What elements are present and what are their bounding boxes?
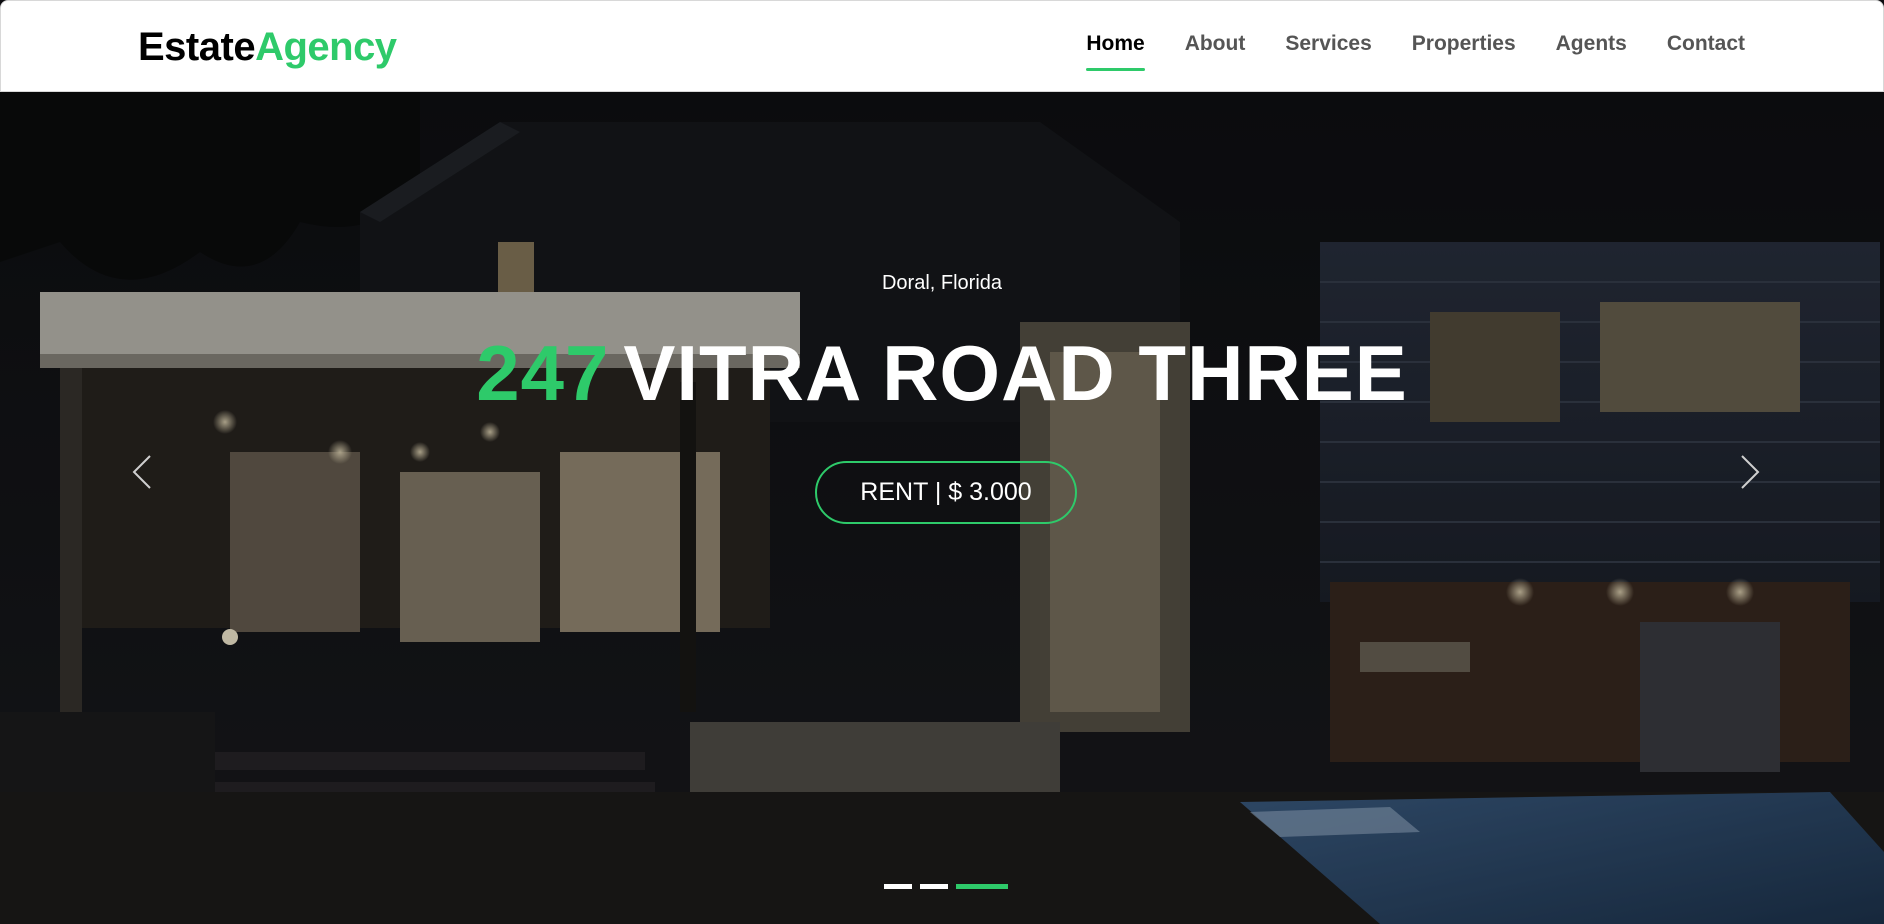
main-nav: Home About Services Properties Agents Co… (1046, 31, 1745, 71)
nav-services[interactable]: Services (1285, 31, 1371, 71)
carousel-prev-button[interactable] (122, 442, 162, 502)
brand-part-agency: Agency (255, 25, 397, 69)
nav-about[interactable]: About (1185, 31, 1246, 71)
chevron-right-icon (1741, 455, 1760, 489)
nav-home[interactable]: Home (1086, 31, 1146, 71)
brand-logo[interactable]: EstateAgency (138, 23, 397, 71)
hero-carousel: Doral, Florida 247 VITRA ROAD THREE RENT … (0, 92, 1884, 924)
rent-price-button[interactable]: RENT | $ 3.000 (815, 461, 1077, 524)
carousel-dot-1[interactable] (884, 884, 912, 889)
carousel-indicators (884, 884, 1008, 889)
hero-title: 247 VITRA ROAD THREE (0, 328, 1884, 418)
brand-part-estate: Estate (138, 25, 256, 69)
carousel-dot-2[interactable] (920, 884, 948, 889)
hero-title-text: VITRA ROAD THREE (623, 329, 1408, 417)
nav-properties[interactable]: Properties (1412, 31, 1516, 71)
nav-agents[interactable]: Agents (1556, 31, 1627, 71)
nav-contact[interactable]: Contact (1667, 31, 1745, 71)
navbar: EstateAgency Home About Services Propert… (0, 0, 1884, 92)
hero-title-number: 247 (476, 329, 610, 417)
carousel-next-button[interactable] (1730, 442, 1770, 502)
carousel-dot-3[interactable] (956, 884, 1008, 889)
hero-location: Doral, Florida (881, 272, 1003, 294)
chevron-left-icon (132, 455, 151, 489)
